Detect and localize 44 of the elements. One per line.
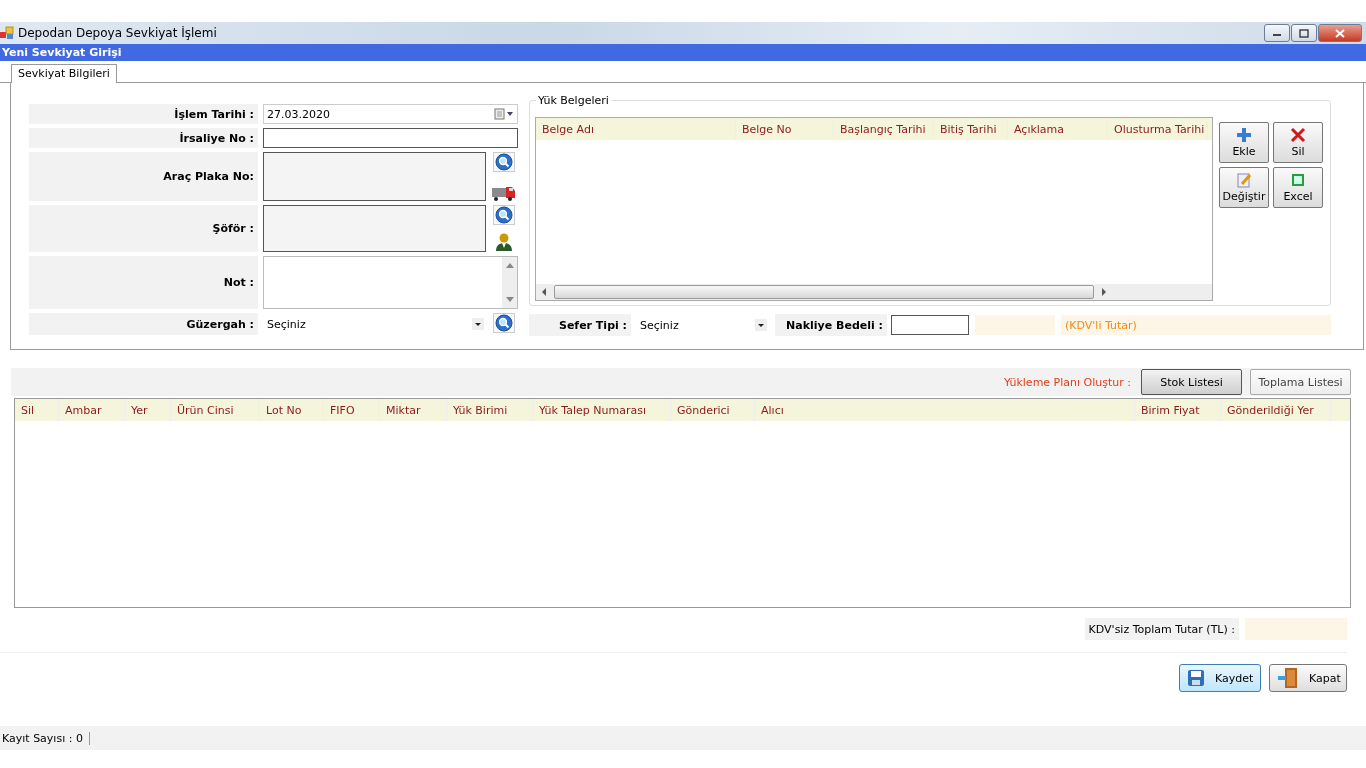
- field-label: Not :: [29, 256, 258, 309]
- window-title: Depodan Depoya Sevkiyat İşlemi: [18, 26, 217, 40]
- vat-amount-label: (KDV'li Tutar): [1061, 315, 1331, 335]
- loading-plan-label: Yükleme Planı Oluştur :: [1004, 375, 1131, 389]
- field-label: Nakliye Bedeli :: [775, 314, 887, 336]
- column-header[interactable]: Gönderildiği Yer: [1221, 399, 1331, 421]
- edit-button[interactable]: Değiştir: [1219, 167, 1269, 208]
- column-header[interactable]: Birim Fiyat: [1135, 399, 1221, 421]
- tab[interactable]: Sevkiyat Bilgileri: [11, 64, 117, 83]
- field-label: Güzergah :: [29, 313, 258, 335]
- column-header[interactable]: Belge No: [736, 118, 834, 140]
- column-header[interactable]: Başlangıç Tarihi: [834, 118, 934, 140]
- field-label: İrsaliye No :: [29, 128, 258, 148]
- save-button[interactable]: Kaydet: [1179, 664, 1261, 692]
- column-header[interactable]: Yük Talep Numarası: [533, 399, 671, 421]
- group-legend: Yük Belgeleri: [536, 94, 611, 107]
- column-header[interactable]: Gönderici: [671, 399, 755, 421]
- column-header[interactable]: Açıklama: [1008, 118, 1108, 140]
- list-button[interactable]: Toplama Listesi: [1250, 369, 1351, 395]
- column-header[interactable]: Belge Adı: [536, 118, 736, 140]
- column-header[interactable]: Bitiş Tarihi: [934, 118, 1008, 140]
- column-header[interactable]: Miktar: [380, 399, 447, 421]
- header-bar: Yeni Sevkiyat Girişi: [0, 44, 1366, 61]
- total-label: KDV'siz Toplam Tutar (TL) :: [1084, 618, 1239, 640]
- column-header[interactable]: Yer: [125, 399, 171, 421]
- add-button[interactable]: Ekle: [1219, 122, 1269, 163]
- column-header[interactable]: Lot No: [260, 399, 324, 421]
- excel-button[interactable]: Excel: [1273, 167, 1323, 208]
- close-button[interactable]: Kapat: [1269, 664, 1347, 692]
- column-header[interactable]: Alıcı: [755, 399, 1135, 421]
- date-field[interactable]: 27.03.2020: [263, 104, 518, 124]
- field-label: İşlem Tarihi :: [29, 104, 258, 124]
- record-count: Kayıt Sayısı : 0: [0, 731, 90, 745]
- column-header[interactable]: Olusturma Tarihi: [1108, 118, 1208, 140]
- column-header[interactable]: Ambar: [59, 399, 125, 421]
- field-label: Araç Plaka No:: [29, 152, 258, 201]
- column-header[interactable]: Sil: [15, 399, 59, 421]
- list-button[interactable]: Stok Listesi: [1141, 369, 1242, 395]
- delete-button[interactable]: Sil: [1273, 122, 1323, 163]
- column-header[interactable]: FIFO: [324, 399, 380, 421]
- field-label: Sefer Tipi :: [529, 314, 631, 336]
- column-header[interactable]: Yük Birimi: [447, 399, 533, 421]
- field-label: Şöför :: [29, 205, 258, 252]
- column-header[interactable]: Ürün Cinsi: [171, 399, 260, 421]
